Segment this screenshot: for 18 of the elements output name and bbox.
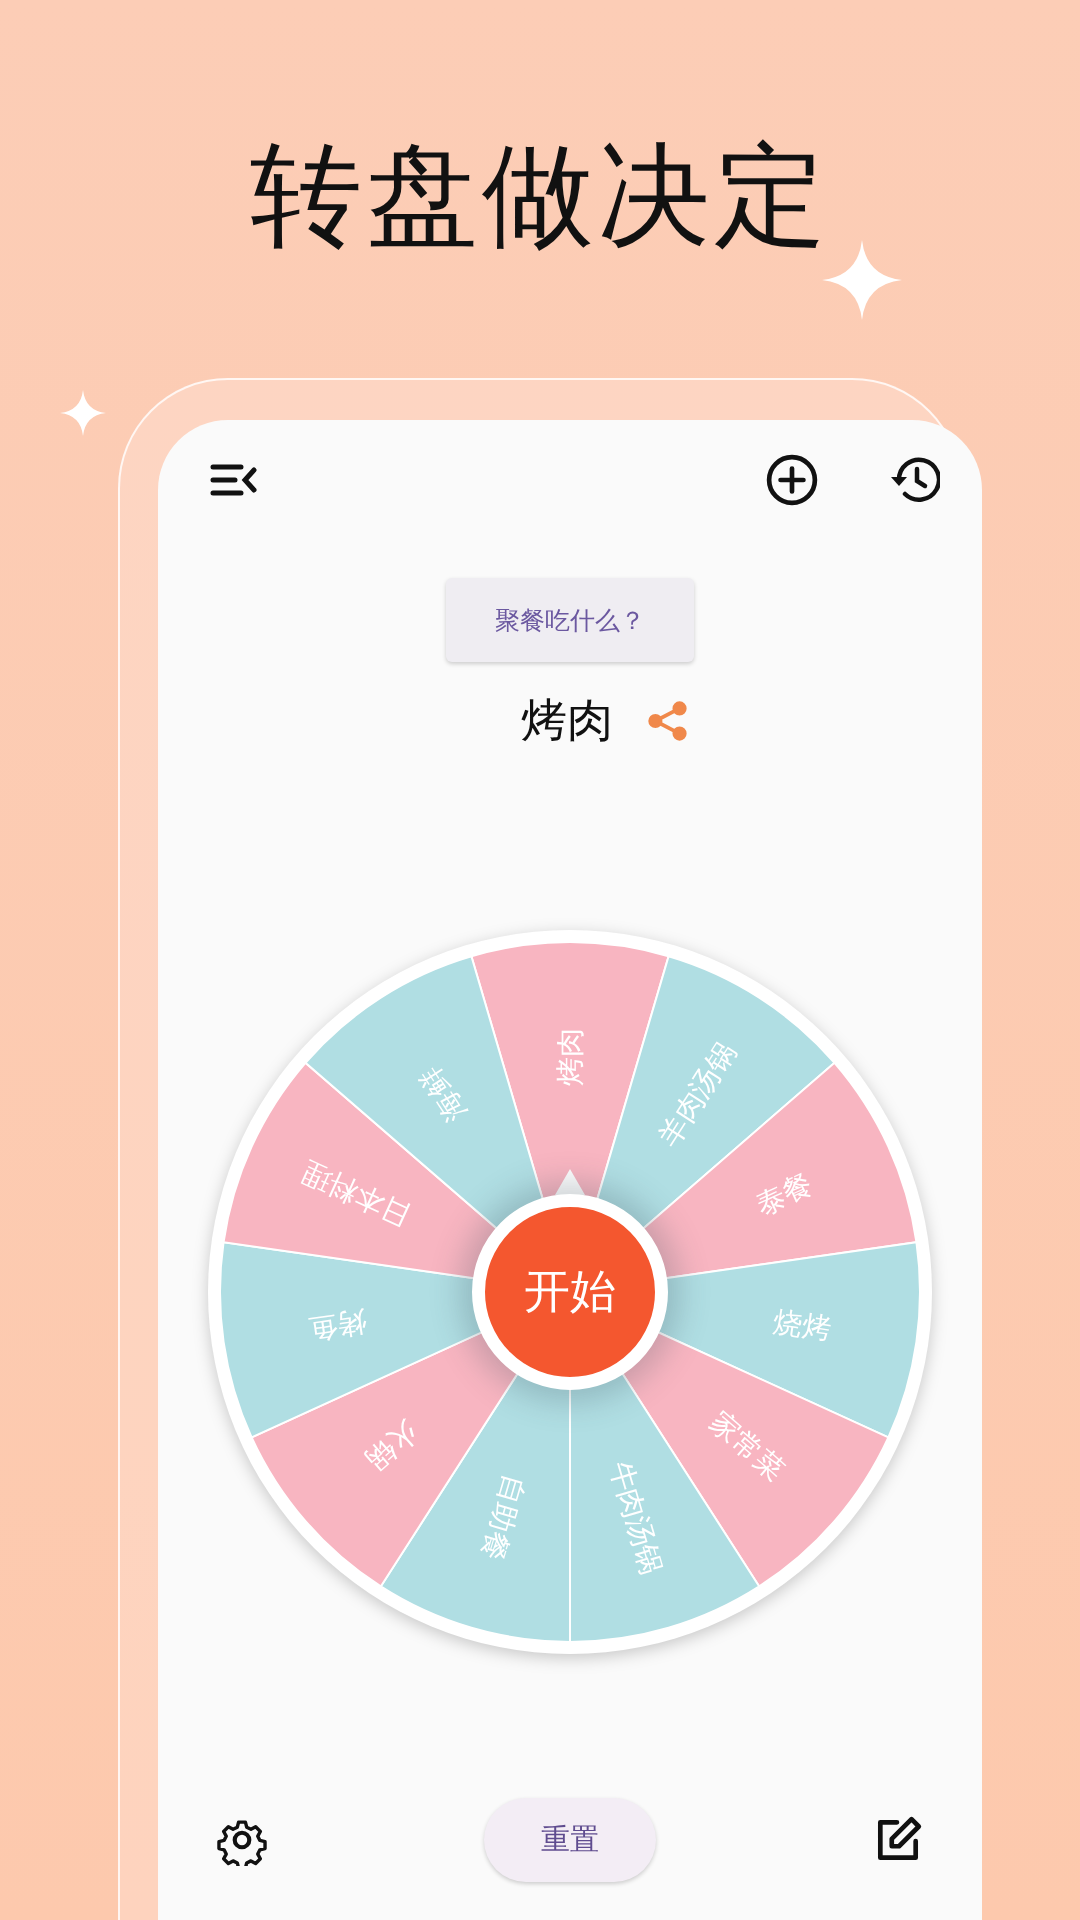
segment-label: 牛肉汤锅 [603,1457,669,1578]
segment-label: 烧烤 [771,1304,834,1347]
topic-button[interactable]: 聚餐吃什么？ [446,578,694,662]
segment-label: 烤肉 [553,1028,587,1086]
result-text: 烤肉 [521,692,613,749]
segment-label: 烤鱼 [306,1304,369,1347]
segment-label: 海鲜 [412,1060,473,1128]
segment-label: 羊肉汤锅 [651,1036,743,1153]
segment-label: 泰餐 [750,1166,818,1222]
segment-label: 自助餐 [475,1470,533,1564]
reset-button[interactable]: 重置 [484,1798,656,1882]
menu-icon[interactable] [210,462,258,498]
segment-label: 日本料理 [296,1154,417,1234]
segment-label: 家常菜 [703,1404,792,1488]
pointer-icon [555,1168,585,1196]
headline: 转盘做决定 [250,130,830,260]
add-icon[interactable] [766,454,818,506]
segment-label: 火锅 [359,1414,426,1478]
